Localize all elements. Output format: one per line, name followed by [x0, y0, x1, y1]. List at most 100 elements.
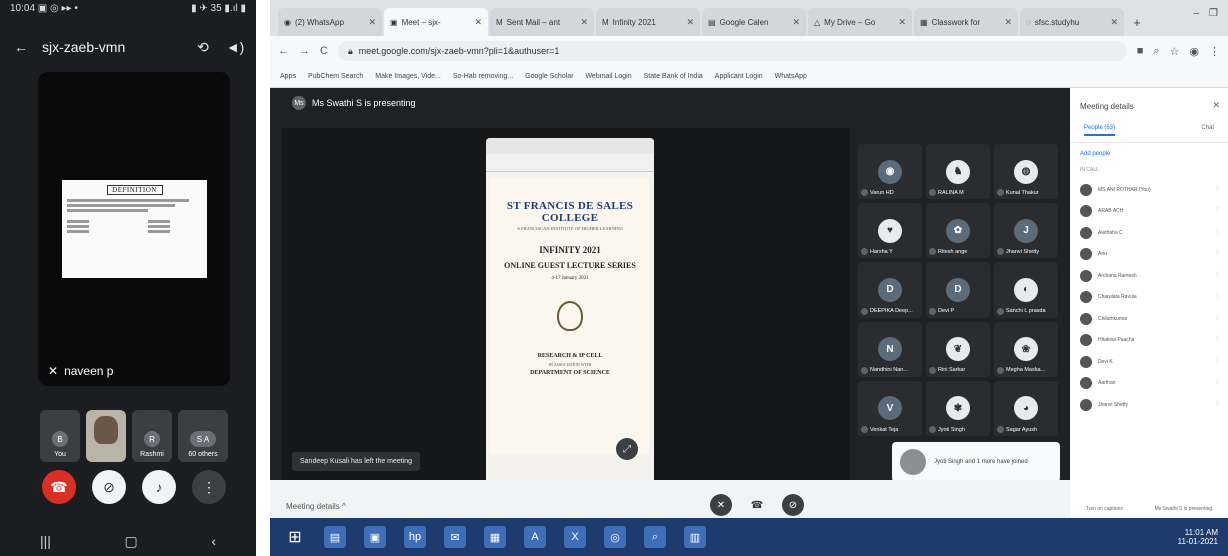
close-icon[interactable]: ✕ [580, 17, 588, 28]
camera-off-button[interactable]: ⊘ [92, 470, 126, 504]
close-icon[interactable]: ✕ [1212, 100, 1220, 111]
close-icon[interactable]: ✕ [1004, 17, 1012, 28]
camera-off-button[interactable]: ⊘ [782, 494, 804, 516]
store-icon[interactable]: ▦ [484, 526, 506, 548]
excel-icon[interactable]: X [564, 526, 586, 548]
back-arrow-icon[interactable]: ← [10, 36, 32, 58]
end-call-button[interactable]: ☎ [42, 470, 76, 504]
windows-start-icon[interactable]: ⊞ [284, 526, 306, 548]
participant-tile[interactable]: ◕ Sagar Ayush [994, 380, 1058, 436]
phone-tile-rashmi[interactable]: R Rashmi [132, 410, 172, 462]
close-icon[interactable]: ✕ [686, 17, 694, 28]
bookmark-google-scholar[interactable]: Google Scholar [525, 73, 573, 80]
back-icon[interactable]: ‹ [211, 533, 216, 550]
bookmark-whatsapp[interactable]: WhatsApp [775, 73, 807, 80]
new-tab-button[interactable]: + [1126, 8, 1148, 36]
people-list-item[interactable]: Devi K ⫶ [1070, 351, 1228, 373]
bookmark-pubchem[interactable]: PubChem Search [308, 73, 363, 80]
people-list-item[interactable]: Charulata Ravula ⫶ [1070, 287, 1228, 309]
forward-arrow-icon[interactable]: → [299, 45, 310, 57]
people-list-item[interactable]: Hitakina Paacha ⫶ [1070, 330, 1228, 352]
people-list-item[interactable]: ARAB ACH ⫶ [1070, 201, 1228, 223]
hp-icon[interactable]: hp [404, 526, 426, 548]
tab-whatsapp[interactable]: ◉ (2) WhatsApp ✕ [278, 8, 382, 36]
participant-tile[interactable]: ✾ Jyoti Singh [926, 380, 990, 436]
close-icon[interactable]: ✕ [792, 17, 800, 28]
participant-tile[interactable]: ◍ Kunal Thakur [994, 144, 1058, 200]
mail-icon[interactable]: ✉ [444, 526, 466, 548]
switch-camera-icon[interactable]: ⟲ [192, 36, 214, 58]
maximize-icon[interactable]: ❐ [1209, 8, 1218, 19]
participant-tile[interactable]: ◐ Sanchi L prasda [994, 262, 1058, 318]
mic-off-button[interactable]: ✕ [710, 494, 732, 516]
people-list-item[interactable]: Alethaha C ⫶ [1070, 222, 1228, 244]
home-icon[interactable]: ▢ [125, 533, 138, 550]
reload-icon[interactable]: C [320, 45, 328, 57]
profile-avatar[interactable]: ◉ [1189, 45, 1199, 58]
close-icon[interactable]: ✕ [474, 17, 482, 28]
bookmark-so-hab[interactable]: So-Hab removing... [453, 73, 513, 80]
tab-studyhub[interactable]: ◌ sfsc.studyhu ✕ [1020, 8, 1124, 36]
recents-icon[interactable]: ||| [40, 533, 51, 550]
expand-icon[interactable]: ⤢ [616, 438, 638, 460]
participant-tile[interactable]: ❦ Rini Sarkar [926, 321, 990, 377]
star-icon[interactable]: ☆ [1170, 45, 1180, 58]
participant-tile[interactable]: D Devi P [926, 262, 990, 318]
phone-tile-others[interactable]: S A 60 others [178, 410, 228, 462]
system-clock[interactable]: 11:01 AM 11-01-2021 [1178, 528, 1218, 546]
minimize-icon[interactable]: – [1193, 8, 1199, 19]
presenting-status[interactable]: Ms Swathi S is presenting [1155, 506, 1213, 512]
more-options-button[interactable]: ⋮ [192, 470, 226, 504]
chrome-icon[interactable]: ◎ [604, 526, 626, 548]
participant-tile[interactable]: V Venkat Teja [858, 380, 922, 436]
close-icon[interactable]: ✕ [898, 17, 906, 28]
menu-icon[interactable]: ⋮ [1209, 45, 1220, 58]
end-call-button[interactable]: ☎ [746, 494, 768, 516]
file-explorer-icon[interactable]: ▤ [324, 526, 346, 548]
captions-button[interactable]: Turn on captions [1086, 506, 1123, 512]
tab-infinity[interactable]: M Infinity 2021 ✕ [596, 8, 700, 36]
people-list-item[interactable]: Aarthan ⫶ [1070, 373, 1228, 395]
bookmark-sbi[interactable]: State Bank of India [644, 73, 703, 80]
speaker-icon[interactable]: ◄) [224, 36, 246, 58]
tab-my-drive[interactable]: △ My Drive – Go ✕ [808, 8, 912, 36]
people-list-item[interactable]: Jhanvi Shetty ⫶ [1070, 394, 1228, 416]
tab-sent-mail[interactable]: M Sent Mail – ant ✕ [490, 8, 594, 36]
participant-tile[interactable]: D DEEPIKA Deep... [858, 262, 922, 318]
mic-off-button[interactable]: ♪ [142, 470, 176, 504]
tab-classwork[interactable]: ▦ Classwork for ✕ [914, 8, 1018, 36]
participant-tile[interactable]: ♞ RALINA M [926, 144, 990, 200]
people-list-item[interactable]: Chilumkumar ⫶ [1070, 308, 1228, 330]
bookmark-apps[interactable]: Apps [280, 73, 296, 80]
zoom-icon[interactable]: ⌕ [1153, 45, 1159, 58]
participant-tile[interactable]: ◉ Varun HD [858, 144, 922, 200]
participant-tile[interactable]: J Jhanvi Shetty [994, 203, 1058, 259]
people-list-item[interactable]: Anu ⫶ [1070, 244, 1228, 266]
bookmark-make-images[interactable]: Make Images, Vide... [375, 73, 441, 80]
camera-permission-icon[interactable]: ■ [1137, 45, 1144, 57]
phone-tile-self-video[interactable] [86, 410, 126, 462]
phone-meeting-code[interactable]: sjx-zaeb-vmn [42, 39, 182, 55]
bookmark-webmail[interactable]: Webmail Login [585, 73, 631, 80]
tab-chat[interactable]: Chat [1201, 125, 1214, 136]
participant-tile[interactable]: ❀ Megha Maska... [994, 321, 1058, 377]
app-icon[interactable]: ▥ [684, 526, 706, 548]
bookmark-applicant-login[interactable]: Applicant Login [715, 73, 763, 80]
acrobat-icon[interactable]: A [524, 526, 546, 548]
tab-people[interactable]: People (63) [1084, 125, 1116, 136]
add-people-button[interactable]: Add people [1070, 143, 1228, 161]
participant-tile[interactable]: N Nandhini Nan... [858, 321, 922, 377]
people-list-item[interactable]: MS ANI ROTHAR (You) ⫶ [1070, 179, 1228, 201]
participant-tile[interactable]: ♥ Harsha Y [858, 203, 922, 259]
participant-tile[interactable]: ✿ Ritesh ange [926, 203, 990, 259]
task-view-icon[interactable]: ▣ [364, 526, 386, 548]
tab-meet[interactable]: ▣ Meet – sjx- ✕ [384, 8, 488, 36]
close-icon[interactable]: ✕ [1110, 17, 1118, 28]
close-icon[interactable]: ✕ [368, 17, 376, 28]
meeting-details-button[interactable]: Meeting details ^ [286, 502, 346, 511]
address-bar[interactable]: 🔒︎ meet.google.com/sjx-zaeb-vmn?pli=1&au… [337, 41, 1127, 61]
phone-tile-you[interactable]: B You [40, 410, 80, 462]
people-list-item[interactable]: Archana Ramesh ⫶ [1070, 265, 1228, 287]
tab-google-calendar[interactable]: ▤ Google Calen ✕ [702, 8, 806, 36]
back-arrow-icon[interactable]: ← [278, 45, 289, 57]
